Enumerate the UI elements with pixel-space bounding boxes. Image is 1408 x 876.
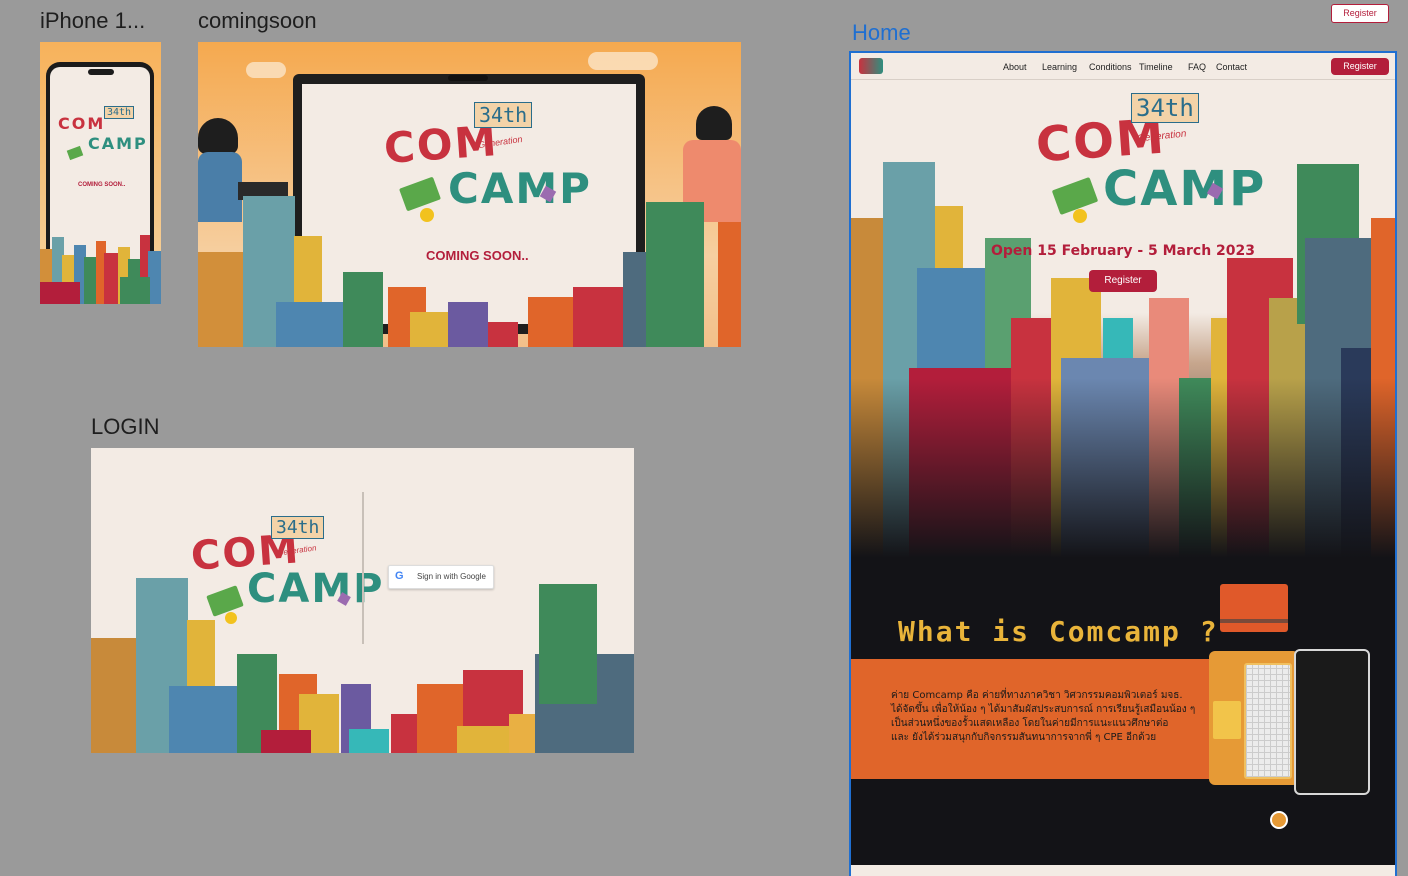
logo-com: COM (58, 114, 106, 133)
login-frame[interactable]: COM 34th Generation CAMP G Sign in with … (91, 448, 634, 753)
what-text-line-1: ค่าย Comcamp คือ ค่ายที่ทางภาควิชา วิศวก… (891, 690, 1183, 701)
iphone-frame-label[interactable]: iPhone 1... (40, 8, 145, 34)
logo-camp: CAMP (88, 134, 148, 153)
logo-gen-number: 34th (271, 516, 325, 539)
orange-screen-stripe (1220, 619, 1288, 623)
phone-notch (88, 69, 114, 75)
person-hair-right (696, 106, 732, 140)
home-frame[interactable]: About Learning Conditions Timeline FAQ C… (849, 51, 1397, 876)
next-section-edge (851, 865, 1395, 876)
nav-timeline[interactable]: Timeline (1139, 62, 1173, 72)
person-hair-left (198, 118, 238, 154)
laptop-trackpad (1213, 701, 1241, 739)
nav-about[interactable]: About (1003, 62, 1027, 72)
logo-gen-number: 34th (104, 106, 135, 119)
logo-gen-number: 34th (474, 102, 533, 128)
hero-register-button[interactable]: Register (1089, 270, 1157, 292)
city-skyline (91, 578, 634, 753)
what-text-line-2: ได้จัดขึ้น เพื่อให้น้อง ๆ ได้มาสัมผัสประ… (891, 704, 1196, 715)
coming-soon-text: COMING SOON.. (78, 182, 126, 188)
nav-logo[interactable] (859, 58, 883, 74)
iphone-frame[interactable]: COM 34th CAMP COMING SOON.. (40, 42, 161, 304)
register-button-floating[interactable]: Register (1331, 4, 1389, 23)
orange-screen-decor (1220, 584, 1288, 632)
city-skyline (198, 196, 741, 347)
what-text-line-3: เป็นส่วนหนึ่งของรั้วแสดเหลือง โดยในค่ายม… (891, 718, 1169, 729)
city-skyline (40, 235, 161, 304)
comingsoon-frame-label[interactable]: comingsoon (198, 8, 317, 34)
nav-register-button[interactable]: Register (1331, 58, 1389, 75)
laptop-keyboard (1244, 663, 1292, 779)
logo-gen-number: 34th (1131, 93, 1199, 123)
open-dates-text: Open 15 February - 5 March 2023 (990, 243, 1256, 259)
city-skyline (851, 158, 1395, 558)
nav-faq[interactable]: FAQ (1188, 62, 1206, 72)
nav-contact[interactable]: Contact (1216, 62, 1247, 72)
laptop-screen (1294, 649, 1370, 795)
cloud (246, 62, 286, 78)
scroll-indicator-dot[interactable] (1270, 811, 1288, 829)
laptop-notch (448, 75, 488, 81)
login-frame-label[interactable]: LOGIN (91, 414, 159, 440)
what-text-line-4: และ ยังได้ร่วมสนุกกับกิจกรรมสันทนาการจาก… (891, 732, 1157, 743)
nav-conditions[interactable]: Conditions (1089, 62, 1132, 72)
cloud (588, 52, 658, 70)
comingsoon-frame[interactable]: COM 34th Generation CAMP COMING SOON.. (198, 42, 741, 347)
nav-learning[interactable]: Learning (1042, 62, 1077, 72)
what-is-title: What is Comcamp ? (898, 615, 1219, 648)
home-frame-label[interactable]: Home (852, 20, 911, 46)
